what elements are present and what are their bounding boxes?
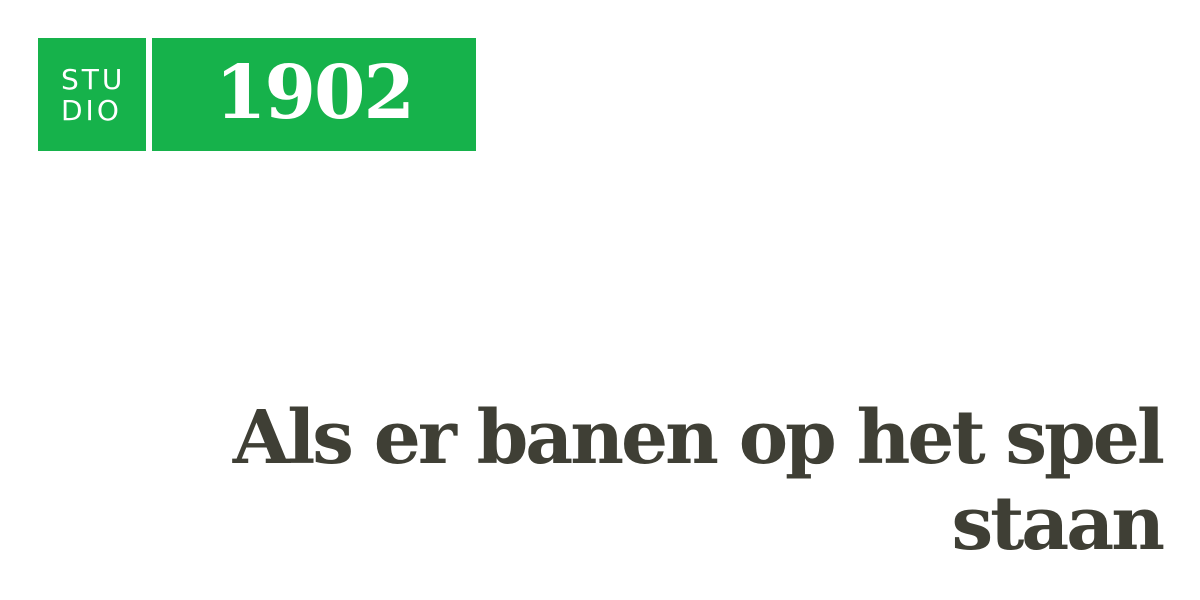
page: STU DIO 1902 Als er banen op het spel st…: [0, 0, 1200, 600]
headline: Als er banen op het spel staan: [232, 395, 1165, 567]
logo-number-block: 1902: [152, 38, 476, 151]
logo-studio-line-1: STU: [61, 62, 126, 96]
studio-1902-logo[interactable]: STU DIO 1902: [38, 38, 476, 151]
logo-studio-block: STU DIO: [38, 38, 146, 151]
logo-studio-line-2: DIO: [61, 93, 122, 127]
logo-number: 1902: [215, 49, 415, 136]
